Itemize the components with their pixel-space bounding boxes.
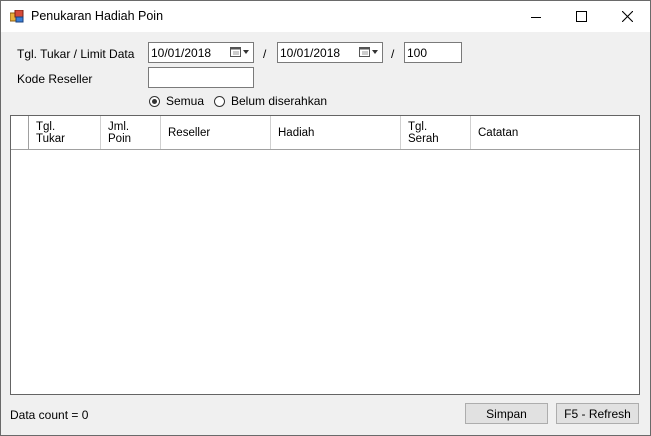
minimize-icon xyxy=(531,16,541,18)
column-header-hadiah[interactable]: Hadiah xyxy=(271,116,401,149)
radio-pending[interactable]: Belum diserahkan xyxy=(214,94,327,108)
date-from-picker[interactable]: 10/01/2018 xyxy=(148,42,254,63)
row-header-corner[interactable] xyxy=(11,116,29,149)
close-icon xyxy=(621,11,633,22)
column-header-tgl-tukar[interactable]: Tgl. Tukar xyxy=(29,116,101,149)
save-button[interactable]: Simpan xyxy=(465,403,548,424)
gift-points-icon xyxy=(9,9,24,23)
col-line1: Catatan xyxy=(478,126,519,139)
column-header-reseller[interactable]: Reseller xyxy=(161,116,271,149)
title-bar: Penukaran Hadiah Poin xyxy=(1,1,650,32)
column-header-tgl-serah[interactable]: Tgl. Serah xyxy=(401,116,471,149)
date-to-value: 10/01/2018 xyxy=(280,46,341,60)
col-line1: Reseller xyxy=(168,126,211,139)
col-line2: Serah xyxy=(408,132,439,145)
col-line1: Tgl. xyxy=(408,120,428,133)
refresh-button[interactable]: F5 - Refresh xyxy=(556,403,639,424)
minimize-button[interactable] xyxy=(513,1,559,32)
col-line1: Tgl. xyxy=(36,120,56,133)
limit-separator: / xyxy=(391,47,395,61)
date-label: Tgl. Tukar / Limit Data xyxy=(17,47,135,61)
date-separator: / xyxy=(263,47,267,61)
maximize-button[interactable] xyxy=(558,1,604,32)
limit-value: 100 xyxy=(407,46,428,60)
reseller-label: Kode Reseller xyxy=(17,72,93,86)
date-from-value: 10/01/2018 xyxy=(151,46,212,60)
close-button[interactable] xyxy=(604,1,650,32)
date-to-picker[interactable]: 10/01/2018 xyxy=(277,42,383,63)
window-title: Penukaran Hadiah Poin xyxy=(31,9,164,23)
col-line2: Poin xyxy=(108,132,132,145)
radio-all-dot[interactable] xyxy=(149,95,160,107)
col-line2: Tukar xyxy=(36,132,65,145)
reseller-input[interactable] xyxy=(148,67,254,88)
column-header-catatan[interactable]: Catatan xyxy=(471,116,639,149)
data-count: Data count = 0 xyxy=(10,408,89,422)
radio-all[interactable]: Semua xyxy=(149,94,204,108)
radio-all-label: Semua xyxy=(166,94,205,108)
calendar-dropdown-icon[interactable] xyxy=(230,46,250,58)
data-grid[interactable]: Tgl. Tukar Jml. Poin Reseller Hadiah Tgl. S… xyxy=(10,115,640,395)
main-window: Penukaran Hadiah Poin Tgl. Tukar / Limit… xyxy=(0,0,651,436)
radio-pending-label: Belum diserahkan xyxy=(231,94,328,108)
column-header-jml-poin[interactable]: Jml. Poin xyxy=(101,116,161,149)
maximize-icon xyxy=(575,11,587,22)
col-line1: Hadiah xyxy=(278,126,315,139)
calendar-dropdown-icon[interactable] xyxy=(359,46,379,58)
col-line1: Jml. xyxy=(108,120,130,133)
grid-header: Tgl. Tukar Jml. Poin Reseller Hadiah Tgl. S… xyxy=(11,116,639,150)
limit-input[interactable]: 100 xyxy=(404,42,462,63)
radio-pending-dot[interactable] xyxy=(214,95,225,107)
